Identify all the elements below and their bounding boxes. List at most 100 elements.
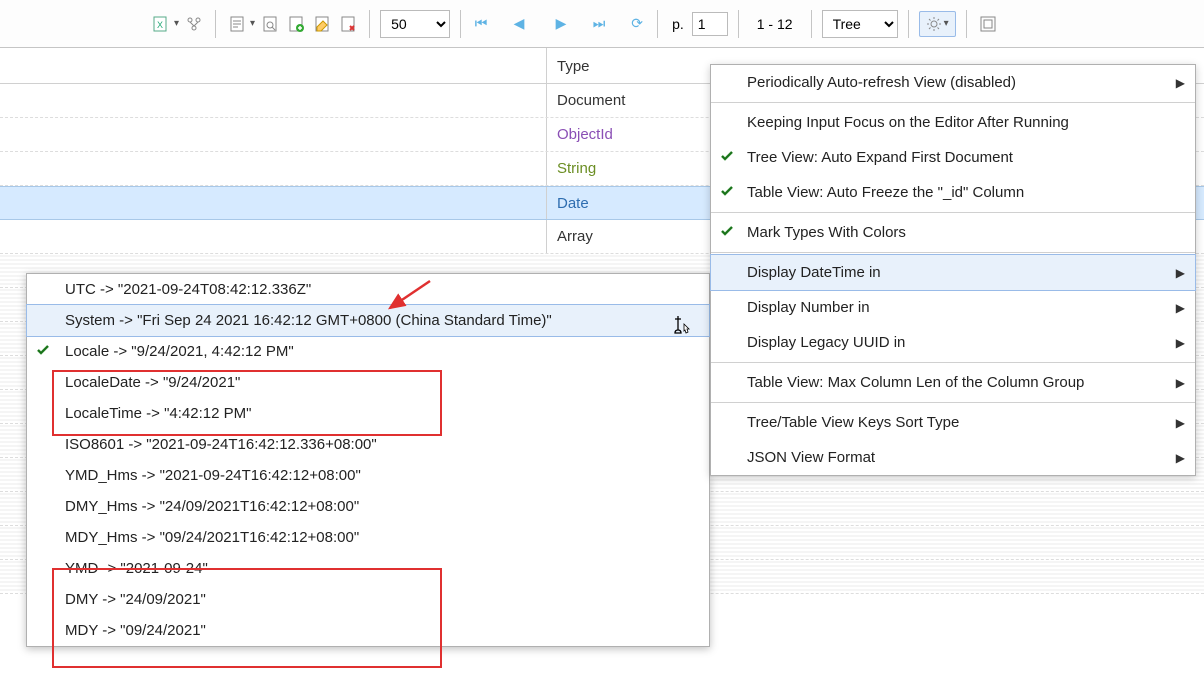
- menu-item[interactable]: System -> "Fri Sep 24 2021 16:42:12 GMT+…: [27, 305, 709, 336]
- dropdown-icon[interactable]: ▾: [174, 18, 179, 29]
- type-cell: Date: [546, 187, 589, 219]
- first-page-icon[interactable]: ⏮: [471, 14, 491, 34]
- type-cell: Array: [546, 220, 593, 253]
- menu-item-label: Locale -> "9/24/2021, 4:42:12 PM": [65, 343, 294, 360]
- menu-item[interactable]: ISO8601 -> "2021-09-24T16:42:12.336+08:0…: [27, 429, 709, 460]
- page-label: p.: [672, 16, 684, 32]
- submenu-arrow-icon: ▶: [1176, 416, 1185, 430]
- menu-item[interactable]: LocaleTime -> "4:42:12 PM": [27, 398, 709, 429]
- menu-item-label: Display DateTime in: [747, 264, 881, 281]
- last-page-icon[interactable]: ⏭: [589, 14, 609, 34]
- submenu-arrow-icon: ▶: [1176, 376, 1185, 390]
- submenu-arrow-icon: ▶: [1176, 301, 1185, 315]
- menu-item[interactable]: Periodically Auto-refresh View (disabled…: [711, 65, 1195, 100]
- menu-item[interactable]: Display Number in ▶: [711, 290, 1195, 325]
- separator: [908, 10, 909, 38]
- menu-item-label: System -> "Fri Sep 24 2021 16:42:12 GMT+…: [65, 312, 552, 329]
- dropdown-icon: ▾: [944, 18, 949, 29]
- menu-item[interactable]: UTC -> "2021-09-24T08:42:12.336Z": [27, 274, 709, 305]
- menu-item-label: Keeping Input Focus on the Editor After …: [747, 114, 1069, 131]
- type-column-header[interactable]: Type: [546, 48, 620, 84]
- menu-separator: [711, 212, 1195, 213]
- separator: [966, 10, 967, 38]
- page-input[interactable]: [692, 12, 728, 36]
- menu-item-label: JSON View Format: [747, 449, 875, 466]
- menu-separator: [711, 102, 1195, 103]
- menu-separator: [711, 252, 1195, 253]
- menu-item-label: DMY -> "24/09/2021": [65, 591, 206, 608]
- settings-menu: Periodically Auto-refresh View (disabled…: [710, 64, 1196, 476]
- menu-item[interactable]: MDY -> "09/24/2021": [27, 615, 709, 646]
- menu-item[interactable]: MDY_Hms -> "09/24/2021T16:42:12+08:00": [27, 522, 709, 553]
- check-icon: [719, 183, 735, 203]
- menu-item-label: LocaleTime -> "4:42:12 PM": [65, 405, 251, 422]
- menu-item[interactable]: Table View: Max Column Len of the Column…: [711, 365, 1195, 400]
- preview-icon[interactable]: [259, 13, 281, 35]
- check-icon: [35, 342, 51, 362]
- menu-item-label: Tree View: Auto Expand First Document: [747, 149, 1013, 166]
- separator: [811, 10, 812, 38]
- menu-item[interactable]: Tree View: Auto Expand First Document: [711, 140, 1195, 175]
- menu-item[interactable]: Locale -> "9/24/2021, 4:42:12 PM": [27, 336, 709, 367]
- menu-item-label: YMD -> "2021-09-24": [65, 560, 208, 577]
- menu-item-label: UTC -> "2021-09-24T08:42:12.336Z": [65, 281, 311, 298]
- type-cell: ObjectId: [546, 118, 613, 151]
- menu-item[interactable]: DMY_Hms -> "24/09/2021T16:42:12+08:00": [27, 491, 709, 522]
- add-document-icon[interactable]: [285, 13, 307, 35]
- menu-item[interactable]: Display Legacy UUID in▶: [711, 325, 1195, 360]
- separator: [460, 10, 461, 38]
- menu-item[interactable]: Tree/Table View Keys Sort Type ▶: [711, 405, 1195, 440]
- menu-item-label: Display Number in: [747, 299, 870, 316]
- menu-item-label: Table View: Max Column Len of the Column…: [747, 374, 1084, 391]
- menu-item-label: Table View: Auto Freeze the "_id" Column: [747, 184, 1024, 201]
- menu-item[interactable]: Table View: Auto Freeze the "_id" Column: [711, 175, 1195, 210]
- edit-document-icon[interactable]: [311, 13, 333, 35]
- page-size-select[interactable]: 50: [380, 10, 450, 38]
- menu-item-label: MDY_Hms -> "09/24/2021T16:42:12+08:00": [65, 529, 359, 546]
- settings-button[interactable]: ▾: [919, 11, 956, 37]
- dropdown-icon[interactable]: ▾: [250, 18, 255, 29]
- menu-item[interactable]: LocaleDate -> "9/24/2021": [27, 367, 709, 398]
- schema-icon[interactable]: [183, 13, 205, 35]
- menu-item[interactable]: Mark Types With Colors: [711, 215, 1195, 250]
- view-mode-select[interactable]: Tree: [822, 10, 898, 38]
- menu-separator: [711, 362, 1195, 363]
- menu-item-label: DMY_Hms -> "24/09/2021T16:42:12+08:00": [65, 498, 359, 515]
- maximize-icon[interactable]: [977, 13, 999, 35]
- submenu-arrow-icon: ▶: [1176, 336, 1185, 350]
- type-cell: Document: [546, 84, 625, 117]
- submenu-arrow-icon: ▶: [1176, 266, 1185, 280]
- gear-icon: [926, 16, 942, 32]
- record-range: 1 - 12: [757, 16, 793, 32]
- menu-item-label: LocaleDate -> "9/24/2021": [65, 374, 240, 391]
- refresh-icon[interactable]: ⟳: [627, 14, 647, 34]
- delete-document-icon[interactable]: [337, 13, 359, 35]
- menu-item-label: Periodically Auto-refresh View (disabled…: [747, 74, 1016, 91]
- menu-item[interactable]: YMD_Hms -> "2021-09-24T16:42:12+08:00": [27, 460, 709, 491]
- menu-item[interactable]: JSON View Format▶: [711, 440, 1195, 475]
- separator: [215, 10, 216, 38]
- prev-page-icon[interactable]: ◀: [509, 14, 529, 34]
- datetime-submenu: UTC -> "2021-09-24T08:42:12.336Z" System …: [26, 273, 710, 647]
- menu-separator: [711, 402, 1195, 403]
- menu-item-label: Tree/Table View Keys Sort Type: [747, 414, 959, 431]
- next-page-icon[interactable]: ▶: [551, 14, 571, 34]
- type-cell: String: [546, 152, 596, 185]
- menu-item-label: ISO8601 -> "2021-09-24T16:42:12.336+08:0…: [65, 436, 377, 453]
- separator: [369, 10, 370, 38]
- submenu-arrow-icon: ▶: [1176, 76, 1185, 90]
- separator: [657, 10, 658, 38]
- menu-item[interactable]: Keeping Input Focus on the Editor After …: [711, 105, 1195, 140]
- export-excel-icon[interactable]: X: [150, 13, 172, 35]
- menu-item[interactable]: YMD -> "2021-09-24": [27, 553, 709, 584]
- menu-item-label: YMD_Hms -> "2021-09-24T16:42:12+08:00": [65, 467, 361, 484]
- menu-item[interactable]: DMY -> "24/09/2021": [27, 584, 709, 615]
- document-icon[interactable]: [226, 13, 248, 35]
- svg-text:X: X: [157, 20, 163, 30]
- menu-item[interactable]: Display DateTime in ▶: [711, 255, 1195, 290]
- check-icon: [719, 223, 735, 243]
- menu-item-label: Mark Types With Colors: [747, 224, 906, 241]
- menu-item-label: MDY -> "09/24/2021": [65, 622, 206, 639]
- toolbar: X ▾ ▾ 50 ⏮ ◀ ▶ ⏭ ⟳ p. 1 - 12 Tree ▾: [0, 0, 1204, 48]
- check-icon: [719, 148, 735, 168]
